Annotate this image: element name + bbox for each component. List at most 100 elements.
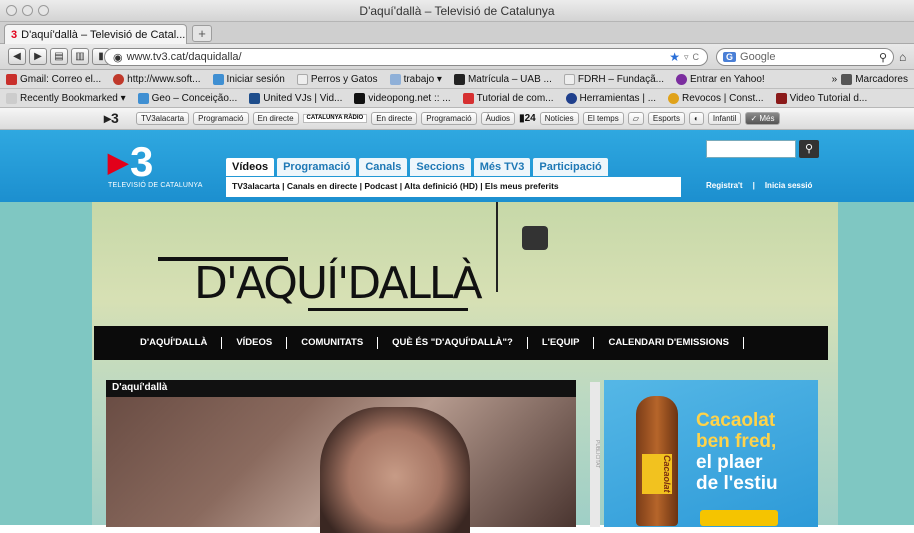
- bookmarks-icon: [841, 73, 853, 85]
- tv3-site-logo[interactable]: ▶ 3 TELEVISIÓ DE CATALUNYA: [108, 141, 203, 190]
- lamp-graphic: [522, 226, 548, 250]
- sub-navigation[interactable]: TV3alacarta | Canals en directe | Podcas…: [226, 177, 681, 197]
- sidebar-icon[interactable]: ▥: [71, 48, 89, 65]
- bookmark-item[interactable]: Matrícula – UAB ...: [453, 73, 552, 85]
- back-button[interactable]: ◀: [8, 48, 26, 65]
- bookmark-label: Herramientas | ...: [579, 92, 657, 104]
- google-icon[interactable]: G: [723, 52, 737, 62]
- tv3-toolbar: ▸3 TV3alacarta Programació En directe CA…: [0, 108, 914, 130]
- site-icon: [137, 92, 149, 104]
- forward-button[interactable]: ▶: [29, 48, 47, 65]
- folder-icon: [6, 92, 17, 104]
- login-link[interactable]: Inicia sessió: [765, 181, 813, 190]
- bookmark-item[interactable]: Tutorial de com...: [462, 92, 554, 104]
- bookmark-item[interactable]: Video Tutorial d...: [775, 92, 867, 104]
- bookmark-item[interactable]: Geo – Conceição...: [137, 92, 237, 104]
- bookmarks-toolbar-2: Recently Bookmarked ▾ Geo – Conceição...…: [0, 89, 914, 108]
- tv3-tool-button[interactable]: En directe: [252, 112, 299, 125]
- tab-videos[interactable]: Vídeos: [226, 158, 275, 176]
- tv3-logo[interactable]: ▸3: [104, 110, 119, 127]
- news-tool-button[interactable]: Notícies: [539, 112, 579, 125]
- esports-icon[interactable]: ▱: [627, 112, 644, 125]
- reload-icon[interactable]: C: [693, 52, 700, 62]
- bookmark-item[interactable]: Entrar en Yahoo!: [676, 73, 765, 85]
- bookmark-label: FDRH – Fundaçã...: [577, 73, 665, 85]
- folder-icon: [389, 73, 401, 85]
- tv3-tool-button[interactable]: Programació: [193, 112, 249, 125]
- address-bar[interactable]: ◉ www.tv3.cat/daquidalla/ ★ ▿ C: [104, 48, 708, 66]
- bookmark-item[interactable]: Revocos | Const...: [668, 92, 764, 104]
- bookmark-item[interactable]: Perros y Gatos: [296, 73, 378, 85]
- show-nav-home[interactable]: D'AQUÍ'DALLÀ: [126, 337, 223, 349]
- search-icon[interactable]: ⚲: [879, 51, 887, 64]
- bookmark-item[interactable]: Herramientas | ...: [565, 92, 657, 104]
- bookmark-folder[interactable]: trabajo ▾: [389, 73, 442, 85]
- logo-subtitle: TELEVISIÓ DE CATALUNYA: [108, 182, 203, 189]
- home-icon[interactable]: ⌂: [899, 50, 906, 64]
- catalunya-radio-logo[interactable]: CATALUNYA RÀDIO: [302, 114, 368, 123]
- site-icon: [453, 73, 465, 85]
- tv3-favicon-icon: 3: [11, 28, 18, 41]
- show-nav-equip[interactable]: L'EQUIP: [528, 337, 595, 349]
- news-tool-button[interactable]: Infantil: [707, 112, 742, 125]
- ad-line: Cacaolat: [696, 410, 776, 431]
- search-box[interactable]: G Google ⚲: [716, 48, 894, 66]
- news-tool-button[interactable]: Esports: [647, 112, 686, 125]
- tab-canals[interactable]: Canals: [359, 158, 408, 176]
- cacaolat-ad[interactable]: Cacaolat Cacaolat ben fred, el plaer de …: [604, 380, 818, 527]
- site-icon: [668, 92, 680, 104]
- bookmark-item[interactable]: Iniciar sesión: [212, 73, 285, 85]
- more-bookmarks-chevron-icon[interactable]: »: [832, 74, 838, 85]
- show-nav-videos[interactable]: VÍDEOS: [222, 337, 288, 349]
- bookmarks-menu[interactable]: Marcadores: [841, 73, 908, 85]
- url-dropdown-icon[interactable]: ▿: [684, 52, 689, 63]
- more-button[interactable]: ✓ Més: [745, 112, 780, 125]
- ad-label: PUBLICITAT: [590, 382, 600, 527]
- site-icon: [354, 92, 366, 104]
- site-search-input[interactable]: [706, 140, 796, 158]
- lamp-post-graphic: [496, 202, 498, 292]
- bookmark-item[interactable]: United VJs | Vid...: [249, 92, 342, 104]
- site-search-icon[interactable]: ⚲: [799, 140, 819, 158]
- site-header: ▶ 3 TELEVISIÓ DE CATALUNYA Vídeos Program…: [0, 130, 914, 202]
- browser-tab[interactable]: 3 D'aquí'dallà – Televisió de Catal... ×: [4, 24, 187, 44]
- bookmark-item[interactable]: FDRH – Fundaçã...: [563, 73, 665, 85]
- bookmark-item[interactable]: http://www.soft...: [113, 73, 201, 85]
- tv3-tool-button[interactable]: TV3alacarta: [136, 112, 190, 125]
- page-icon: [296, 73, 308, 85]
- more-label: Més: [759, 114, 775, 123]
- show-nav-calendari[interactable]: CALENDARI D'EMISSIONS: [594, 337, 744, 349]
- news-tool-button[interactable]: El temps: [582, 112, 624, 125]
- yahoo-icon: [676, 73, 688, 85]
- bookmark-label: Revocos | Const...: [682, 92, 764, 104]
- window-titlebar: D'aquí'dallà – Televisió de Catalunya: [0, 0, 914, 22]
- gmail-icon: [6, 73, 17, 85]
- radio-tool-button[interactable]: Àudios: [480, 112, 516, 125]
- ad-line: el plaer: [696, 452, 763, 473]
- tab-mes-tv3[interactable]: Més TV3: [473, 158, 531, 176]
- show-nav-comunitats[interactable]: COMUNITATS: [287, 337, 379, 349]
- tab-participacio[interactable]: Participació: [533, 158, 608, 176]
- bookmark-item[interactable]: videopong.net :: ...: [354, 92, 451, 104]
- infantil-icon[interactable]: ◐: [689, 112, 704, 125]
- video-player[interactable]: [106, 397, 576, 533]
- bookmark-label: Gmail: Correo el...: [20, 73, 102, 85]
- radio-tool-button[interactable]: En directe: [371, 112, 418, 125]
- new-tab-button[interactable]: +: [192, 25, 212, 42]
- radio-tool-button[interactable]: Programació: [421, 112, 477, 125]
- tab-seccions[interactable]: Seccions: [410, 158, 471, 176]
- view-icon[interactable]: ▤: [50, 48, 68, 65]
- bookmark-label: trabajo ▾: [403, 73, 442, 85]
- url-text: www.tv3.cat/daquidalla/: [126, 51, 242, 63]
- bookmark-item[interactable]: Gmail: Correo el...: [6, 73, 102, 85]
- tab-programacio[interactable]: Programació: [277, 158, 357, 176]
- e24-logo[interactable]: ▮24: [519, 113, 536, 124]
- show-nav: D'AQUÍ'DALLÀ VÍDEOS COMUNITATS QUÈ ÉS "D…: [94, 326, 828, 360]
- bookmarks-menu-label: Marcadores: [855, 73, 908, 85]
- bookmark-label: videopong.net :: ...: [368, 92, 451, 104]
- register-link[interactable]: Registra't: [706, 181, 743, 190]
- ad-button[interactable]: [700, 510, 778, 526]
- show-nav-que-es[interactable]: QUÈ ÉS "D'AQUÍ'DALLÀ"?: [378, 337, 528, 349]
- bookmark-folder[interactable]: Recently Bookmarked ▾: [6, 92, 126, 104]
- bookmark-star-icon[interactable]: ★: [669, 50, 680, 64]
